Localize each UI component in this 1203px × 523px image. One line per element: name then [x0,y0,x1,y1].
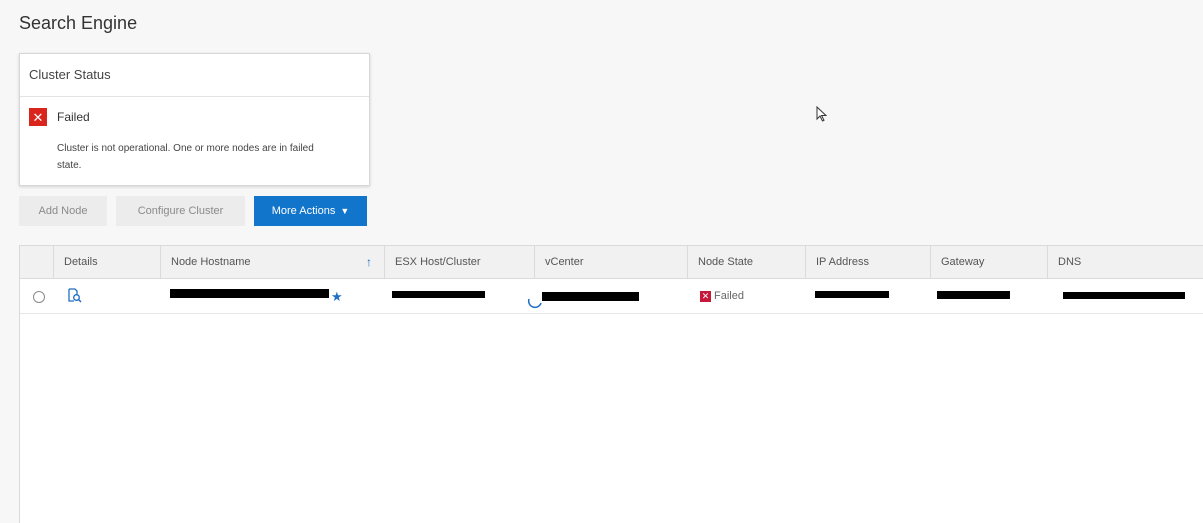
sort-ascending-icon[interactable]: ↑ [366,246,372,279]
caret-down-icon: ▼ [340,206,350,216]
column-header-node-hostname[interactable]: Node Hostname ↑ [160,246,384,279]
ip-address-redacted [815,291,889,298]
cursor-icon [816,105,828,127]
column-header-vcenter[interactable]: vCenter [534,246,687,279]
table-row[interactable]: ★ ✕ Failed [20,279,1203,314]
column-header-esx-host[interactable]: ESX Host/Cluster [384,246,534,279]
cluster-status-label: Failed [57,110,90,124]
column-header-node-hostname-label: Node Hostname [171,256,251,268]
column-header-gateway[interactable]: Gateway [930,246,1047,279]
cluster-status-row: ✕ Failed [29,108,90,126]
star-icon: ★ [331,289,343,304]
column-header-node-state[interactable]: Node State [687,246,805,279]
cluster-status-card: Cluster Status ✕ Failed Cluster is not o… [19,53,370,186]
page-title: Search Engine [19,13,138,33]
more-actions-button[interactable]: More Actions ▼ [254,196,367,226]
gateway-redacted [937,291,1010,299]
column-header-dns[interactable]: DNS [1047,246,1203,279]
cluster-status-title: Cluster Status [20,54,369,97]
cluster-status-message: Cluster is not operational. One or more … [57,143,314,171]
column-header-ip-address[interactable]: IP Address [805,246,930,279]
column-header-details[interactable]: Details [53,246,160,279]
row-select-radio[interactable] [33,291,45,303]
more-actions-label: More Actions [271,205,336,217]
failed-icon: ✕ [29,108,47,126]
failed-status-icon: ✕ [700,290,711,302]
vcenter-redacted [542,292,639,301]
esx-host-redacted [392,291,485,298]
node-state-text: Failed [714,290,744,302]
details-icon[interactable] [68,288,82,308]
hostname-redacted [170,289,329,298]
select-column-header [20,246,53,279]
add-node-button[interactable]: Add Node [19,196,107,226]
loading-spinner-icon [527,297,543,316]
dns-redacted [1063,292,1185,299]
nodes-grid: Details Node Hostname ↑ ESX Host/Cluster… [19,245,1203,523]
configure-cluster-button[interactable]: Configure Cluster [116,196,245,226]
node-state-cell: ✕ Failed [700,290,744,302]
grid-header: Details Node Hostname ↑ ESX Host/Cluster… [20,245,1203,279]
